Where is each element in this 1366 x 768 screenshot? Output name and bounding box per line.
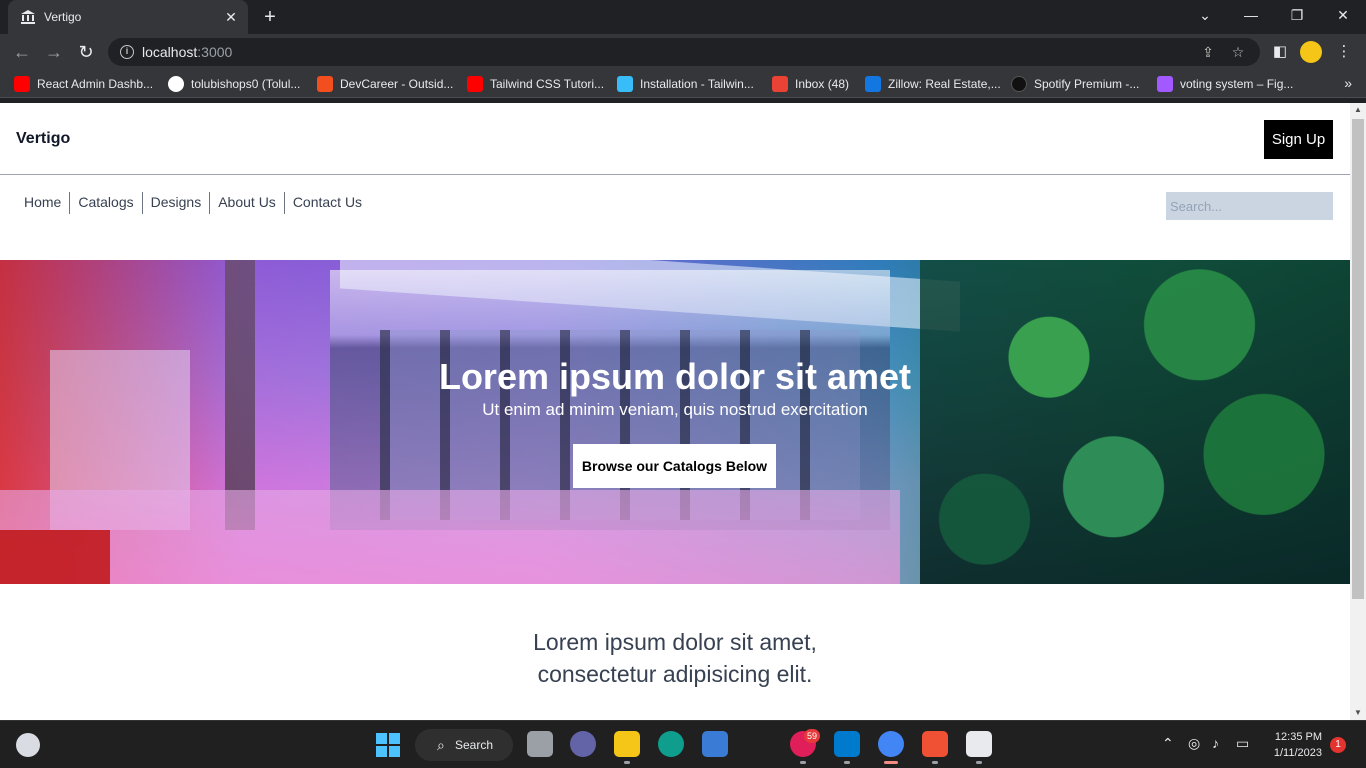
figma-icon <box>1157 76 1173 92</box>
chrome-icon[interactable] <box>878 731 904 757</box>
museum-icon <box>21 10 35 24</box>
hero-banner: Lorem ipsum dolor sit amet Ut enim ad mi… <box>0 260 1350 584</box>
app-running-indicator <box>800 761 806 764</box>
chevron-up-icon[interactable]: ⌃ <box>1162 735 1174 752</box>
page-viewport: Vertigo Sign Up Home Catalogs Designs Ab… <box>0 103 1350 720</box>
zillow-icon <box>865 76 881 92</box>
windows-start-icon[interactable] <box>376 733 400 757</box>
spotify-icon <box>1011 76 1027 92</box>
gmail-icon <box>772 76 788 92</box>
back-arrow-icon[interactable]: ← <box>10 40 34 64</box>
page-scrollbar[interactable]: ▲ ▼ <box>1350 103 1366 720</box>
forward-arrow-icon[interactable]: → <box>42 40 66 64</box>
bookmark-item[interactable]: Inbox (48) <box>772 76 849 92</box>
edge-icon[interactable] <box>658 731 684 757</box>
nav-designs[interactable]: Designs <box>141 192 210 214</box>
browser-titlebar: Vertigo ✕ + ⌄ — ❐ ✕ <box>0 0 1366 34</box>
site-logo[interactable]: Vertigo <box>16 130 70 148</box>
browse-catalogs-button[interactable]: Browse our Catalogs Below <box>573 444 776 488</box>
hero-image-floor <box>0 490 900 584</box>
restore-button[interactable]: ❐ <box>1274 0 1320 30</box>
browser-tab[interactable]: Vertigo ✕ <box>8 0 248 34</box>
browser-toolbar: ← → ↻ i localhost:3000 ⇪ ☆ ◧ ⋮ <box>0 34 1366 70</box>
share-icon[interactable]: ⇪ <box>1198 42 1218 62</box>
intro-line: Lorem ipsum dolor sit amet, <box>533 629 817 655</box>
notification-badge[interactable]: 1 <box>1330 737 1346 753</box>
bookmark-item[interactable]: Tailwind CSS Tutori... <box>467 76 604 92</box>
bookmark-item[interactable]: Spotify Premium -... <box>1011 76 1139 92</box>
intro-text: Lorem ipsum dolor sit amet, consectetur … <box>0 626 1350 690</box>
app-running-indicator <box>624 761 630 764</box>
globe-icon[interactable]: ◎ <box>1188 735 1200 752</box>
battery-icon[interactable]: ▭ <box>1236 735 1249 752</box>
site-header: Vertigo Sign Up <box>0 103 1350 175</box>
new-tab-button[interactable]: + <box>258 6 282 30</box>
tab-title: Vertigo <box>44 10 82 24</box>
bookmarks-bar: React Admin Dashb... tolubishops0 (Tolul… <box>0 70 1366 98</box>
sign-up-button[interactable]: Sign Up <box>1264 120 1333 159</box>
reload-icon[interactable]: ↻ <box>74 40 98 64</box>
nav-home[interactable]: Home <box>16 192 69 214</box>
app-active-indicator <box>884 761 898 764</box>
clock-time: 12:35 PM <box>1274 731 1322 743</box>
tab-search-button[interactable]: ⌄ <box>1182 0 1228 30</box>
bookmark-star-icon[interactable]: ☆ <box>1228 42 1248 62</box>
app-running-indicator <box>844 761 850 764</box>
hero-subtitle: Ut enim ad minim veniam, quis nostrud ex… <box>482 400 868 419</box>
app-running-indicator <box>976 761 982 764</box>
scrollbar-thumb[interactable] <box>1352 119 1364 599</box>
hero-image-plants <box>920 260 1350 584</box>
volume-icon[interactable]: ♪ <box>1212 735 1219 751</box>
bookmark-item[interactable]: DevCareer - Outsid... <box>317 76 453 92</box>
scroll-down-icon[interactable]: ▼ <box>1350 706 1366 720</box>
clock-date: 1/11/2023 <box>1273 747 1322 759</box>
address-bar[interactable]: i localhost:3000 ⇪ ☆ <box>108 38 1260 66</box>
hero-image-pot <box>0 530 110 584</box>
bookmark-item[interactable]: Installation - Tailwin... <box>617 76 754 92</box>
weather-icon[interactable] <box>16 733 40 757</box>
figma-icon <box>317 76 333 92</box>
git-icon[interactable] <box>922 731 948 757</box>
teams-chat-icon[interactable] <box>570 731 596 757</box>
taskbar-search[interactable]: ⌕ Search <box>415 729 513 761</box>
bookmark-item[interactable]: Zillow: Real Estate,... <box>865 76 1001 92</box>
close-tab-icon[interactable]: ✕ <box>222 8 240 26</box>
hero-title: Lorem ipsum dolor sit amet <box>438 356 912 397</box>
site-info-icon[interactable]: i <box>120 45 134 59</box>
task-view-icon[interactable] <box>527 731 553 757</box>
intro-line: consectetur adipisicing elit. <box>537 661 813 687</box>
side-panel-icon[interactable]: ◧ <box>1268 40 1292 64</box>
search-icon: ⌕ <box>437 737 445 753</box>
taskbar: ⌕ Search 59 ⌃ ◎ ♪ ▭ 12:35 PM 1/11/2023 1 <box>0 720 1366 768</box>
minimize-button[interactable]: — <box>1228 0 1274 30</box>
vscode-icon[interactable] <box>834 731 860 757</box>
nav-about-us[interactable]: About Us <box>209 192 284 214</box>
site-nav: Home Catalogs Designs About Us Contact U… <box>16 192 370 214</box>
bookmark-item[interactable]: tolubishops0 (Tolul... <box>168 76 300 92</box>
app-running-indicator <box>932 761 938 764</box>
bookmark-item[interactable]: voting system – Fig... <box>1157 76 1293 92</box>
menu-kebab-icon[interactable]: ⋮ <box>1332 40 1356 64</box>
snipping-tool-icon[interactable] <box>966 731 992 757</box>
more-bookmarks-icon[interactable]: » <box>1344 75 1352 91</box>
tailwind-icon <box>617 76 633 92</box>
youtube-icon <box>467 76 483 92</box>
url-text[interactable]: localhost:3000 <box>142 44 232 60</box>
store-icon[interactable] <box>702 731 728 757</box>
youtube-icon <box>14 76 30 92</box>
github-icon <box>168 76 184 92</box>
close-window-button[interactable]: ✕ <box>1320 0 1366 30</box>
file-explorer-icon[interactable] <box>614 731 640 757</box>
clock[interactable]: 12:35 PM 1/11/2023 <box>1262 729 1322 761</box>
nav-contact-us[interactable]: Contact Us <box>283 192 370 214</box>
search-input[interactable] <box>1166 192 1333 220</box>
slack-badge: 59 <box>804 729 820 743</box>
bookmark-item[interactable]: React Admin Dashb... <box>14 76 153 92</box>
nav-catalogs[interactable]: Catalogs <box>69 192 141 214</box>
scroll-up-icon[interactable]: ▲ <box>1350 103 1366 117</box>
profile-avatar[interactable] <box>1300 41 1322 63</box>
